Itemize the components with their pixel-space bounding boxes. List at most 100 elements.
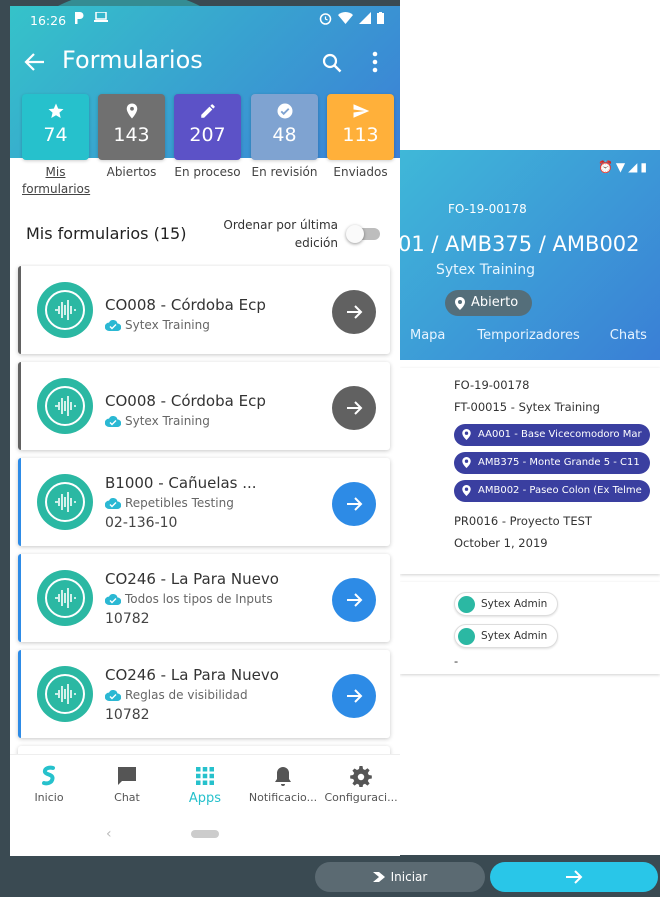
page-title: Formularios xyxy=(62,46,203,74)
stat-label: En revisión xyxy=(251,165,318,179)
form-code: 02-136-10 xyxy=(105,515,178,531)
form-subtitle: Todos los tipos de Inputs xyxy=(105,592,273,606)
arrow-right-icon xyxy=(347,689,363,703)
forms-list: CO008 - Córdoba Ecp Sytex Training CO008… xyxy=(10,264,400,754)
form-card[interactable]: CO246 - La Para Nuevo Reglas de visibili… xyxy=(18,650,390,738)
arrow-right-icon xyxy=(347,305,363,319)
play-icon xyxy=(372,872,385,882)
open-form-button[interactable] xyxy=(332,290,376,334)
status-badge-label: Abierto xyxy=(471,295,519,310)
form-card[interactable]: CO008 - Córdoba Ecp Sytex Training xyxy=(18,266,390,354)
back-arrow-icon[interactable] xyxy=(24,51,46,73)
chat-icon xyxy=(118,767,136,785)
tab-chats[interactable]: Chats xyxy=(610,328,647,343)
form-code: 10782 xyxy=(105,611,150,627)
nav-label: Chat xyxy=(114,791,140,804)
detail-tabs: Mapa Temporizadores Chats xyxy=(400,328,660,343)
detail-form-code: FO-19-00178 xyxy=(448,202,527,216)
form-card[interactable]: CO246 - La Para Nuevo Todos los tipos de… xyxy=(18,554,390,642)
toggle-knob xyxy=(346,225,364,243)
form-subtitle-label: Todos los tipos de Inputs xyxy=(125,592,273,606)
location-chip-label: AMB002 - Paseo Colon (Ex Telme xyxy=(478,485,642,496)
cloud-check-icon xyxy=(105,319,121,331)
form-code: 10782 xyxy=(105,707,150,723)
form-title: CO246 - La Para Nuevo xyxy=(105,666,279,684)
nav-inicio[interactable]: Inicio xyxy=(10,765,88,804)
form-subtitle: Repetibles Testing xyxy=(105,496,234,510)
person-name: Sytex Admin xyxy=(481,598,548,610)
status-bar: 16:26 xyxy=(10,6,400,34)
stat-en-revision[interactable]: 48 En revisión xyxy=(251,94,318,181)
nav-chat[interactable]: Chat xyxy=(88,765,166,804)
nav-label: Inicio xyxy=(34,791,64,804)
card-accent xyxy=(18,458,21,546)
cloud-check-icon xyxy=(105,497,121,509)
detail-subtitle: Sytex Training xyxy=(436,262,536,278)
more-vert-icon[interactable] xyxy=(372,51,378,73)
system-back-icon[interactable]: ‹ xyxy=(106,826,112,842)
location-pin-icon xyxy=(462,485,471,496)
form-card[interactable]: B1000 - Cañuelas ... Repetibles Testing … xyxy=(18,458,390,546)
toolbar: Formularios xyxy=(10,36,400,92)
search-icon[interactable] xyxy=(322,53,342,73)
open-form-button[interactable] xyxy=(332,674,376,718)
form-card[interactable]: CO008 - Córdoba Ecp Sytex Training xyxy=(18,362,390,450)
location-chip[interactable]: AMB375 - Monte Grande 5 - C11 xyxy=(454,452,650,474)
alarm-icon xyxy=(319,13,332,25)
form-subtitle-label: Sytex Training xyxy=(125,414,210,428)
location-chip[interactable]: AMB002 - Paseo Colon (Ex Telme xyxy=(454,480,650,502)
info-form-code: FO-19-00178 xyxy=(454,378,530,392)
location-pin-icon xyxy=(462,429,471,440)
nav-configuracion[interactable]: Configuraci... xyxy=(322,765,400,804)
avatar xyxy=(458,596,475,613)
nav-apps[interactable]: Apps xyxy=(166,765,244,806)
stat-abiertos[interactable]: 143 Abiertos xyxy=(98,94,165,181)
location-chip-label: AMB375 - Monte Grande 5 - C11 xyxy=(478,457,640,468)
stat-value: 48 xyxy=(272,124,297,146)
open-form-button[interactable] xyxy=(332,386,376,430)
stat-mis-formularios[interactable]: 74 Mis formularios xyxy=(22,94,90,198)
form-subtitle-label: Sytex Training xyxy=(125,318,210,332)
location-chip[interactable]: AA001 - Base Vicecomodoro Mar xyxy=(454,424,650,446)
stat-label: Enviados xyxy=(333,165,388,179)
tab-mapa[interactable]: Mapa xyxy=(410,328,445,343)
next-button[interactable] xyxy=(490,862,658,892)
bottom-navigation: Inicio Chat Apps Notificacio... Configur… xyxy=(10,754,400,816)
stats-row: 74 Mis formularios 143 Abiertos 207 En p… xyxy=(22,94,394,204)
person-name: Sytex Admin xyxy=(481,630,548,642)
stat-enviados[interactable]: 113 Enviados xyxy=(327,94,394,181)
form-logo xyxy=(37,282,93,338)
detail-status-icons: ⏰▼◢▮ xyxy=(597,160,650,174)
stat-box: 113 xyxy=(327,94,394,160)
tab-temporizadores[interactable]: Temporizadores xyxy=(477,328,579,343)
sort-toggle[interactable] xyxy=(346,225,382,243)
check-circle-icon xyxy=(277,103,293,119)
location-pin-icon xyxy=(462,457,471,468)
info-project: PR0016 - Proyecto TEST xyxy=(454,514,592,528)
open-form-button[interactable] xyxy=(332,482,376,526)
form-card[interactable] xyxy=(18,746,390,754)
form-subtitle-label: Reglas de visibilidad xyxy=(125,688,248,702)
arrow-right-icon xyxy=(347,593,363,607)
info-template: FT-00015 - Sytex Training xyxy=(454,400,600,414)
stat-en-proceso[interactable]: 207 En proceso xyxy=(174,94,241,181)
location-pin-icon xyxy=(126,103,138,119)
card-accent xyxy=(18,362,21,450)
avatar xyxy=(458,628,475,645)
system-home-pill[interactable] xyxy=(191,830,219,838)
bell-icon xyxy=(275,767,291,786)
nav-notificaciones[interactable]: Notificacio... xyxy=(244,765,322,804)
detail-title: 01 / AMB375 / AMB002 xyxy=(398,232,640,256)
form-subtitle: Sytex Training xyxy=(105,414,210,428)
wifi-icon xyxy=(338,12,353,24)
form-logo xyxy=(37,378,93,434)
person-chip[interactable]: Sytex Admin xyxy=(454,592,559,616)
card-accent xyxy=(18,266,21,354)
form-logo xyxy=(37,666,93,722)
start-button[interactable]: Iniciar xyxy=(315,862,485,892)
person-chip[interactable]: Sytex Admin xyxy=(454,624,559,648)
detail-people-card: Sytex Admin Sytex Admin - xyxy=(400,582,660,674)
location-chip-label: AA001 - Base Vicecomodoro Mar xyxy=(478,429,642,440)
open-form-button[interactable] xyxy=(332,578,376,622)
sytex-logo-icon xyxy=(42,765,55,786)
